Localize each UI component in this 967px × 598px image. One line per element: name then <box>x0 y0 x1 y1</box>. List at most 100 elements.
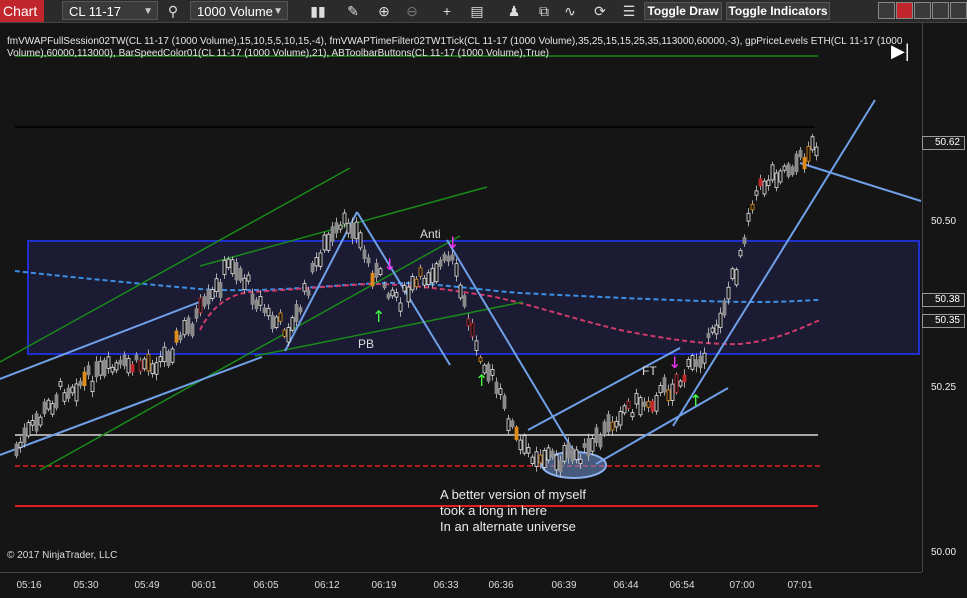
candle-body <box>478 357 483 363</box>
candle-body <box>534 451 539 467</box>
candle-body <box>690 355 695 370</box>
candle-body <box>350 222 355 239</box>
candle-body <box>510 420 515 428</box>
candle-body <box>810 136 815 151</box>
time-tick: 06:05 <box>253 580 279 591</box>
candle-body <box>178 334 183 341</box>
candle-body <box>98 360 103 376</box>
candle-body <box>362 249 367 259</box>
candle-body <box>470 322 475 337</box>
play-forward-icon[interactable]: ▶| <box>891 40 910 62</box>
candle-body <box>394 292 399 298</box>
candle-body <box>262 307 267 313</box>
candle-body <box>642 401 647 407</box>
candle-body <box>222 259 227 275</box>
candle-body <box>410 276 415 291</box>
candle-body <box>570 448 575 462</box>
candle-body <box>210 289 215 299</box>
candle-body <box>626 401 631 409</box>
candle-body <box>442 254 447 261</box>
time-tick: 05:30 <box>73 580 99 591</box>
time-tick: 06:01 <box>191 580 217 591</box>
candle-body <box>546 447 551 461</box>
candle-body <box>150 363 155 375</box>
candle-body <box>754 190 759 196</box>
vwap-price-tag: 50.38 <box>922 293 965 307</box>
candle-body <box>542 450 547 468</box>
candle-body <box>270 315 275 330</box>
candle-body <box>318 252 323 267</box>
candle-body <box>798 149 803 158</box>
candle-body <box>242 277 247 290</box>
time-tick: 06:36 <box>488 580 514 591</box>
candle-body <box>226 258 231 268</box>
candle-body <box>726 286 731 300</box>
candle-body <box>674 374 679 393</box>
candle-body <box>82 371 87 387</box>
candle-body <box>338 224 343 230</box>
candle-body <box>722 300 727 316</box>
time-tick: 07:01 <box>787 580 813 591</box>
candle-body <box>26 422 31 437</box>
candle-body <box>138 360 143 372</box>
candle-body <box>682 374 687 383</box>
candle-body <box>266 307 271 317</box>
candle-body <box>738 249 743 257</box>
candle-body <box>34 413 39 432</box>
candle-body <box>662 377 667 393</box>
down-arrow-signal: ↓ <box>446 233 459 252</box>
candle-body <box>54 394 59 409</box>
candle-body <box>18 441 23 448</box>
candle-body <box>678 380 683 387</box>
time-tick: 05:49 <box>134 580 160 591</box>
candle-body <box>258 296 263 306</box>
candle-body <box>746 212 751 222</box>
candle-body <box>414 278 419 288</box>
candle-body <box>358 232 363 249</box>
candle-body <box>14 443 19 457</box>
value-area-box <box>27 240 920 355</box>
candle-body <box>186 317 191 334</box>
candle-body <box>22 427 27 444</box>
candle-body <box>302 283 307 292</box>
candle-body <box>454 263 459 277</box>
candle-body <box>198 297 203 313</box>
candle-body <box>322 234 327 251</box>
candle-body <box>566 442 571 459</box>
candle-body <box>398 302 403 312</box>
candle-body <box>366 257 371 264</box>
candle-body <box>326 233 331 251</box>
candle-body <box>634 392 639 405</box>
candle-body <box>446 255 451 262</box>
candle-body <box>234 262 239 281</box>
vwap-filter-price-tag: 50.35 <box>922 314 965 328</box>
time-tick: 06:12 <box>314 580 340 591</box>
note-line-2: took a long in here <box>440 503 547 518</box>
price-axis-label: 50.25 <box>931 382 957 393</box>
candle-body <box>282 329 287 337</box>
time-tick: 06:39 <box>551 580 577 591</box>
candle-body <box>402 284 407 292</box>
candle-body <box>498 388 503 395</box>
note-line-3: In an alternate universe <box>440 519 576 534</box>
candle-body <box>110 366 115 373</box>
candle-body <box>334 222 339 234</box>
time-tick: 06:54 <box>669 580 695 591</box>
candle-body <box>206 289 211 305</box>
candle-body <box>214 278 219 292</box>
candle-body <box>506 418 511 432</box>
candle-body <box>78 380 83 386</box>
candle-body <box>694 359 699 367</box>
candle-body <box>86 365 91 376</box>
candle-body <box>518 439 523 451</box>
pb-label: PB <box>358 337 375 351</box>
last-price-tag: 50.62 <box>922 136 965 150</box>
candle-body <box>94 361 99 378</box>
candle-body <box>714 324 719 335</box>
candle-body <box>50 403 55 415</box>
candle-body <box>42 401 47 415</box>
candle-body <box>298 307 303 313</box>
up-arrow-signal: ↑ <box>475 371 488 390</box>
candle-body <box>254 299 259 310</box>
candle-body <box>286 327 291 343</box>
